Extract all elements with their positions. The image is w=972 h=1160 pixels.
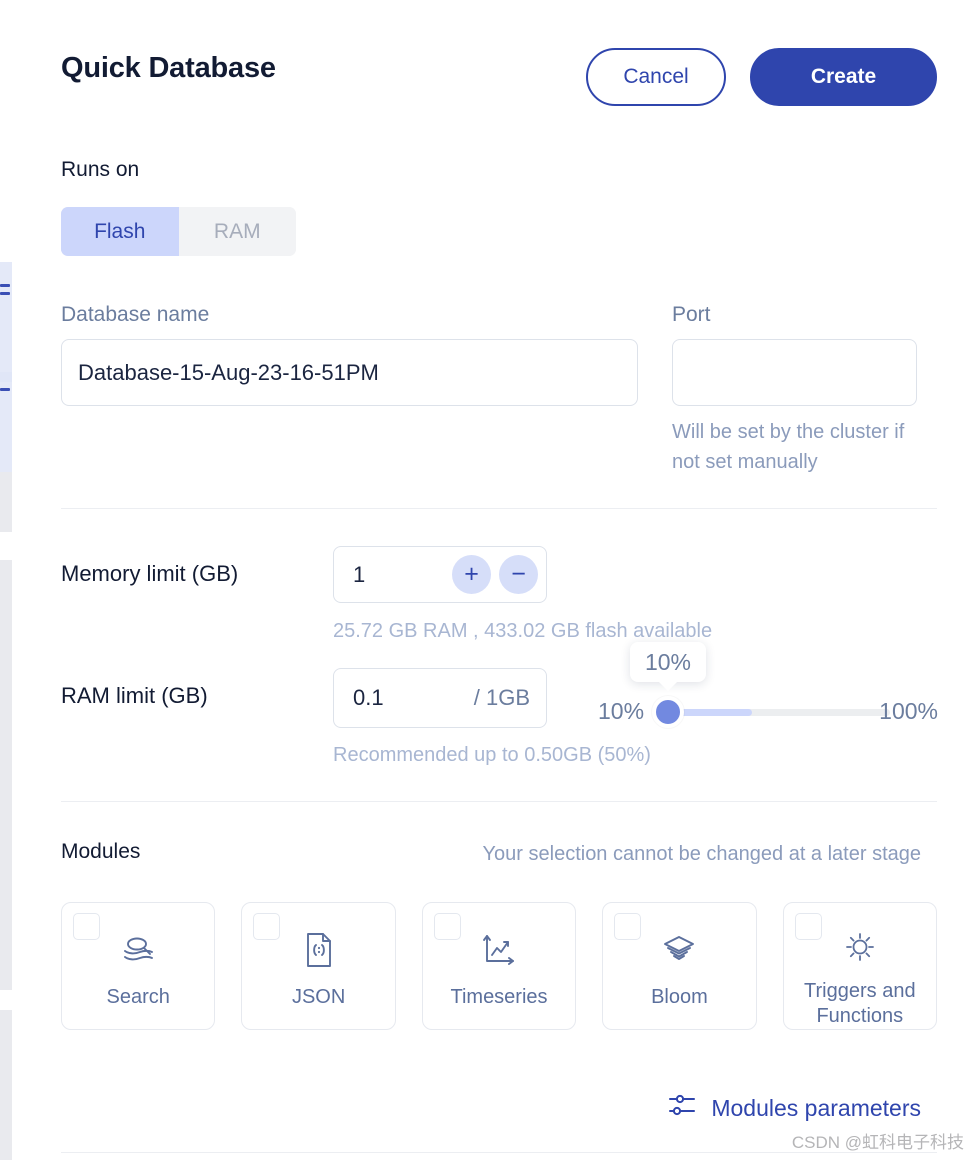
background-app-sliver-grey-3 <box>0 1010 12 1160</box>
module-card-bloom[interactable]: Bloom <box>602 902 757 1030</box>
background-app-line-3 <box>0 388 10 391</box>
divider-middle <box>61 801 937 802</box>
background-app-line-1 <box>0 284 10 287</box>
modules-card-list: Search JSON Timeseries Bloom Triggers an… <box>61 902 938 1030</box>
module-card-search[interactable]: Search <box>61 902 216 1030</box>
port-input[interactable] <box>672 339 917 406</box>
port-label: Port <box>672 303 711 326</box>
ram-limit-input[interactable]: 0.1 / 1GB <box>333 668 547 728</box>
background-app-sliver-grey-1 <box>0 472 12 532</box>
gear-icon <box>842 929 878 965</box>
memory-limit-stepper[interactable]: 1 + − <box>333 546 547 603</box>
page-title: Quick Database <box>61 52 276 84</box>
sliders-icon <box>667 1092 697 1125</box>
slider-track[interactable] <box>668 709 890 716</box>
module-label-timeseries: Timeseries <box>450 986 548 1008</box>
dialog-panel: Quick Database Cancel Create Runs on Fla… <box>16 0 972 1160</box>
module-card-json[interactable]: JSON <box>241 902 396 1030</box>
modules-parameters-link[interactable]: Modules parameters <box>667 1092 921 1125</box>
module-checkbox-search[interactable] <box>73 913 100 940</box>
slider-value-tooltip: 10% <box>630 642 706 682</box>
module-card-triggers-and-functions[interactable]: Triggers and Functions <box>782 902 938 1030</box>
module-checkbox-bloom[interactable] <box>614 913 642 940</box>
memory-limit-value[interactable]: 1 <box>353 562 452 588</box>
ram-limit-label: RAM limit (GB) <box>61 683 208 708</box>
slider-max-label: 100% <box>879 698 938 724</box>
modules-note: Your selection cannot be changed at a la… <box>482 843 921 865</box>
module-label-json: JSON <box>291 986 346 1008</box>
ram-limit-slider[interactable]: 10% 10% 100% <box>586 640 938 730</box>
dialog-header: Quick Database Cancel Create <box>61 48 937 110</box>
ram-limit-max-suffix: / 1GB <box>473 685 530 710</box>
modules-parameters-label: Modules parameters <box>711 1095 921 1121</box>
memory-limit-label: Memory limit (GB) <box>61 561 239 586</box>
module-card-timeseries[interactable]: Timeseries <box>421 902 577 1030</box>
runs-on-segmented-control[interactable]: Flash RAM <box>61 207 296 256</box>
bloom-layers-icon <box>660 929 698 971</box>
background-app-sliver-mid <box>0 372 12 472</box>
runs-on-option-ram[interactable]: RAM <box>178 207 296 256</box>
slider-min-label: 10% <box>598 698 645 724</box>
memory-limit-decrease-button[interactable]: − <box>499 555 538 594</box>
modules-label: Modules <box>61 840 141 863</box>
ram-limit-value[interactable]: 0.1 <box>353 685 474 711</box>
quick-database-dialog: Quick Database Cancel Create Runs on Fla… <box>0 0 972 1160</box>
module-label-bloom: Bloom <box>651 986 708 1008</box>
module-checkbox-triggers-and-functions[interactable] <box>794 913 822 940</box>
runs-on-option-flash[interactable]: Flash <box>61 207 179 256</box>
background-app-line-2 <box>0 292 10 295</box>
create-button[interactable]: Create <box>750 48 937 106</box>
database-name-input[interactable]: Database-15-Aug-23-16-51PM <box>61 339 638 406</box>
database-name-label: Database name <box>61 303 210 326</box>
json-document-icon <box>303 929 335 971</box>
memory-limit-increase-button[interactable]: + <box>452 555 491 594</box>
runs-on-label: Runs on <box>61 158 140 181</box>
module-checkbox-json[interactable] <box>253 913 281 940</box>
search-layers-icon <box>119 929 157 971</box>
module-label-triggers-and-functions: Triggers and Functions <box>804 980 916 1027</box>
background-app-sliver-top <box>0 262 12 382</box>
slider-thumb[interactable] <box>652 696 684 728</box>
watermark: CSDN @虹科电子科技 <box>791 1133 964 1152</box>
module-label-search: Search <box>106 986 170 1008</box>
background-app-sliver-grey-2 <box>0 560 12 990</box>
port-hint: Will be set by the cluster if not set ma… <box>672 421 905 473</box>
divider-top <box>61 508 937 509</box>
module-checkbox-timeseries[interactable] <box>433 913 461 940</box>
cancel-button[interactable]: Cancel <box>586 48 726 106</box>
timeseries-chart-icon <box>480 929 518 971</box>
ram-limit-help-text: Recommended up to 0.50GB (50%) <box>333 744 651 766</box>
